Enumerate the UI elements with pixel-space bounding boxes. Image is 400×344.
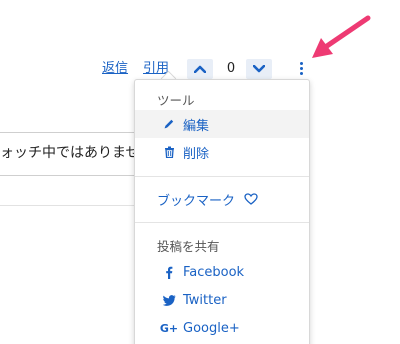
edit-label: 編集 [183,118,210,134]
chevron-up-icon [194,65,206,73]
pointer-arrow-icon [312,15,371,58]
reply-link[interactable]: 返信 [102,59,128,79]
facebook-label: Facebook [183,264,245,280]
watch-status-text: ォッチ中ではありませ [0,145,140,161]
heart-icon [244,193,258,205]
edit-menu-item[interactable]: 編集 [135,110,309,138]
twitter-label: Twitter [183,292,227,308]
trash-icon [161,146,177,158]
bookmark-label: ブックマーク [157,193,236,209]
facebook-icon [161,266,177,279]
menu-divider [135,176,309,177]
vote-count: 0 [226,61,236,76]
post-options-menu: ツール 編集 削除 ブックマーク 投稿を共有 Facebook Twitter … [134,79,310,344]
divider [0,205,140,206]
delete-menu-item[interactable]: 削除 [135,138,309,166]
page: ォッチ中ではありませ 返信 引用 0 ツール 編集 削除 ブックマーク 投稿を共… [0,0,400,344]
delete-label: 削除 [183,146,210,162]
share-heading: 投稿を共有 [157,239,220,254]
share-google-plus-item[interactable]: G+ Google+ [135,314,309,342]
share-facebook-item[interactable]: Facebook [135,258,309,286]
twitter-icon [161,294,177,306]
pencil-icon [161,118,177,130]
google-plus-label: Google+ [183,320,240,336]
menu-divider [135,222,309,223]
chevron-down-icon [253,65,265,73]
tools-heading: ツール [157,93,195,108]
google-plus-icon: G+ [159,321,179,335]
downvote-button[interactable] [246,59,272,79]
upvote-button[interactable] [187,59,213,79]
bookmark-menu-item[interactable]: ブックマーク [135,185,309,213]
watch-status-box: ォッチ中ではありませ [0,132,147,176]
share-twitter-item[interactable]: Twitter [135,286,309,314]
